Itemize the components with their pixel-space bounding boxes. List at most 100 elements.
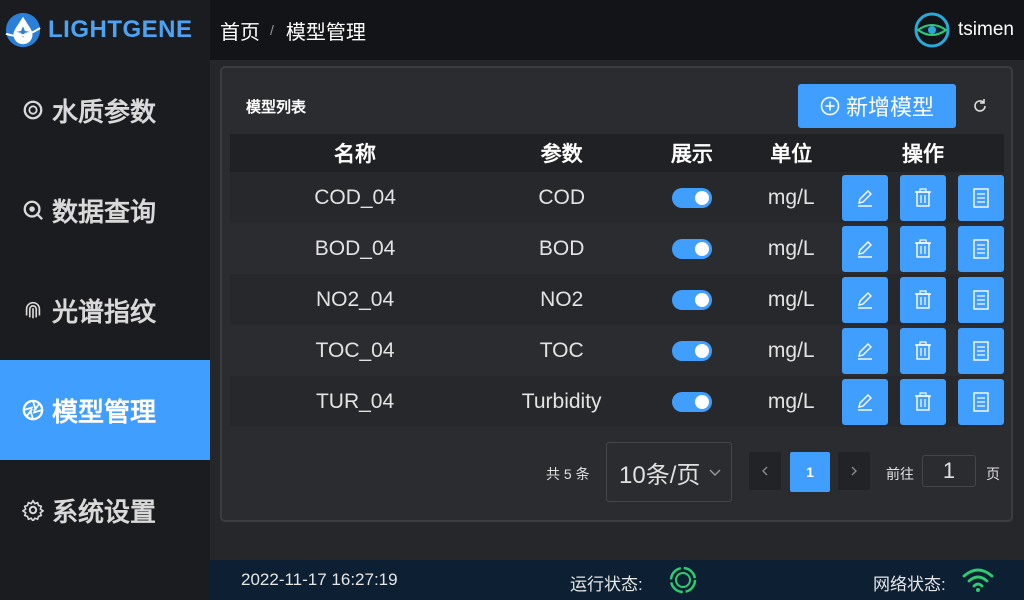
edit-button[interactable]: [841, 225, 888, 272]
edit-icon: [857, 342, 872, 360]
sidebar: LIGHTGENE 水质参数 数据查询 光谱指纹 模型管理 系统设置: [0, 0, 210, 600]
cell-unit: mg/L: [740, 376, 842, 427]
show-toggle[interactable]: [671, 340, 712, 361]
edit-button[interactable]: [841, 378, 888, 425]
column-header-name: 名称: [230, 134, 481, 172]
edit-icon: [857, 189, 872, 207]
edit-icon: [857, 393, 872, 411]
cell-name: TUR_04: [230, 376, 481, 427]
cell-show: [643, 325, 741, 376]
breadcrumb-current: 模型管理: [285, 21, 366, 44]
cell-unit: mg/L: [740, 325, 842, 376]
chevron-down-icon: [709, 469, 721, 476]
logo-text: LIGHTGENE: [48, 16, 193, 43]
document-icon: [973, 391, 989, 412]
refresh-icon[interactable]: [970, 96, 990, 116]
show-toggle[interactable]: [671, 289, 712, 310]
cell-unit: mg/L: [740, 274, 842, 325]
sidebar-item-label: 系统设置: [52, 496, 157, 527]
table-row: TOC_04 TOC mg/L: [230, 325, 1004, 376]
sidebar-item-data-query[interactable]: 数据查询: [0, 160, 210, 260]
show-toggle[interactable]: [671, 187, 712, 208]
goto-page-input[interactable]: [922, 455, 976, 487]
user-name: tsimen: [958, 19, 1014, 40]
sidebar-item-label: 模型管理: [52, 396, 157, 427]
water-quality-icon: [23, 100, 43, 120]
cell-param: COD: [480, 172, 644, 223]
page-number-current[interactable]: 1: [790, 452, 830, 492]
next-page-button[interactable]: [838, 452, 870, 490]
gear-icon: [22, 499, 44, 521]
sidebar-item-label: 水质参数: [52, 96, 157, 127]
prev-page-button[interactable]: [749, 452, 781, 490]
cell-show: [643, 172, 741, 223]
delete-button[interactable]: [899, 225, 946, 272]
show-toggle[interactable]: [671, 391, 712, 412]
edit-button[interactable]: [841, 174, 888, 221]
add-model-label: 新增模型: [845, 95, 934, 120]
sidebar-item-system-settings[interactable]: 系统设置: [0, 460, 210, 560]
cell-param: BOD: [480, 223, 644, 274]
wifi-icon: [962, 568, 994, 592]
chevron-left-icon: [762, 466, 768, 476]
delete-button[interactable]: [899, 174, 946, 221]
sidebar-item-water-quality[interactable]: 水质参数: [0, 60, 210, 160]
sidebar-item-model-management[interactable]: 模型管理: [0, 360, 210, 460]
detail-button[interactable]: [957, 378, 1004, 425]
table-row: TUR_04 Turbidity mg/L: [230, 376, 1004, 427]
show-toggle[interactable]: [671, 238, 712, 259]
goto-unit: 页: [986, 466, 1000, 482]
status-bar: 2022-11-17 16:27:19 运行状态: 网络状态:: [210, 560, 1024, 600]
add-model-button[interactable]: 新增模型: [798, 84, 956, 128]
column-header-param: 参数: [480, 134, 644, 172]
edit-button[interactable]: [841, 276, 888, 323]
delete-button[interactable]: [899, 276, 946, 323]
chevron-right-icon: [851, 466, 857, 476]
table-row: BOD_04 BOD mg/L: [230, 223, 1004, 274]
plus-circle-icon: [820, 96, 840, 116]
column-header-unit: 单位: [740, 134, 842, 172]
page-size-select[interactable]: 10条/页: [606, 442, 732, 502]
cell-actions: [841, 172, 1004, 223]
run-status-label: 运行状态:: [570, 575, 643, 594]
edit-button[interactable]: [841, 327, 888, 374]
sidebar-item-spectrum[interactable]: 光谱指纹: [0, 260, 210, 360]
delete-button[interactable]: [899, 378, 946, 425]
cell-name: COD_04: [230, 172, 481, 223]
aperture-icon: [22, 399, 44, 421]
edit-icon: [857, 291, 872, 309]
trash-icon: [914, 340, 931, 360]
delete-button[interactable]: [899, 327, 946, 374]
user-menu[interactable]: tsimen: [914, 12, 1014, 48]
document-icon: [973, 238, 989, 259]
document-icon: [973, 187, 989, 208]
column-header-actions: 操作: [841, 134, 1004, 172]
fingerprint-icon: [25, 301, 41, 319]
table-row: COD_04 COD mg/L: [230, 172, 1004, 223]
detail-button[interactable]: [957, 327, 1004, 374]
network-status-label: 网络状态:: [873, 575, 946, 594]
cell-name: NO2_04: [230, 274, 481, 325]
cell-actions: [841, 376, 1004, 427]
document-icon: [973, 340, 989, 361]
page-size-value: 10条/页: [619, 461, 701, 489]
detail-button[interactable]: [957, 225, 1004, 272]
pagination-total: 共 5 条: [546, 466, 590, 482]
detail-button[interactable]: [957, 276, 1004, 323]
run-status-icon: [669, 566, 697, 594]
top-header: 首页 / 模型管理 tsimen: [210, 0, 1024, 60]
cell-name: BOD_04: [230, 223, 481, 274]
cell-actions: [841, 274, 1004, 325]
trash-icon: [914, 391, 931, 411]
edit-icon: [857, 240, 872, 258]
search-icon: [23, 200, 43, 220]
cell-show: [643, 223, 741, 274]
breadcrumb-home[interactable]: 首页: [220, 16, 260, 45]
pagination: 共 5 条 10条/页 1 前往 页: [222, 440, 1015, 504]
main-area: 模型列表 新增模型 名称 参数 展示 单位 操作 COD_04 COD mg/L…: [210, 60, 1024, 560]
cell-actions: [841, 325, 1004, 376]
sidebar-item-label: 数据查询: [52, 196, 157, 227]
document-icon: [973, 289, 989, 310]
detail-button[interactable]: [957, 174, 1004, 221]
trash-icon: [914, 238, 931, 258]
